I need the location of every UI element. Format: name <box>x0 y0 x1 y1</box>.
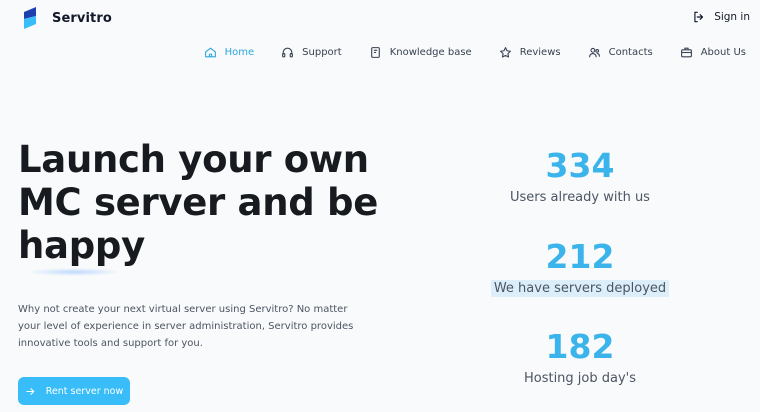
nav-item-reviews[interactable]: Reviews <box>472 46 561 59</box>
nav-item-label: Reviews <box>519 47 561 58</box>
nav-item-label: Support <box>302 47 342 58</box>
nav-item-label: Knowledge base <box>389 47 472 58</box>
stat-hosting-days: 182 Hosting job day's <box>470 327 690 387</box>
nav-item-home[interactable]: Home <box>177 46 255 59</box>
nav-item-label: About Us <box>700 47 746 58</box>
main-nav: Home Support Knowledge base Reviews Cont… <box>177 46 746 59</box>
nav-item-contacts[interactable]: Contacts <box>561 46 653 59</box>
nav-item-support[interactable]: Support <box>254 46 342 59</box>
hero-title-line: Launch your own <box>18 138 369 181</box>
stat-users: 334 Users already with us <box>470 146 690 206</box>
hero-title-line: MC server and be <box>18 181 379 224</box>
brand-name: Servitro <box>52 10 112 26</box>
stat-value: 334 <box>545 146 615 185</box>
stat-servers: 212 We have servers deployed <box>470 237 690 297</box>
briefcase-icon <box>680 47 692 58</box>
stat-value: 212 <box>545 237 615 276</box>
stat-label: We have servers deployed <box>490 280 670 297</box>
hero-description: Why not create your next virtual server … <box>18 304 354 349</box>
book-icon <box>370 47 380 58</box>
servitro-logo-icon <box>24 7 36 29</box>
arrow-right-icon <box>26 387 35 395</box>
headset-icon <box>282 47 294 58</box>
home-icon <box>204 47 216 58</box>
sign-in-link[interactable]: Sign in <box>692 10 750 24</box>
hero-underline-glow <box>26 268 122 276</box>
hero-title: Launch your own MC server and be happy <box>18 138 418 267</box>
nav-item-label: Contacts <box>608 47 653 58</box>
sign-in-label: Sign in <box>714 11 750 23</box>
rent-server-label: Rent server now <box>45 385 124 397</box>
nav-item-label: Home <box>224 47 255 58</box>
stat-label: Hosting job day's <box>523 371 637 386</box>
nav-item-about-us[interactable]: About Us <box>653 46 746 59</box>
stat-value: 182 <box>545 327 615 366</box>
star-icon <box>499 47 511 58</box>
sign-in-icon <box>694 11 704 23</box>
page: Servitro Sign in Home Support Knowledge … <box>0 0 760 412</box>
hero-title-line: happy <box>18 224 145 267</box>
brand[interactable]: Servitro <box>22 7 112 29</box>
nav-item-knowledge-base[interactable]: Knowledge base <box>342 46 472 59</box>
users-icon <box>588 47 600 58</box>
rent-server-button[interactable]: Rent server now <box>18 377 130 405</box>
stat-label: Users already with us <box>510 190 650 205</box>
